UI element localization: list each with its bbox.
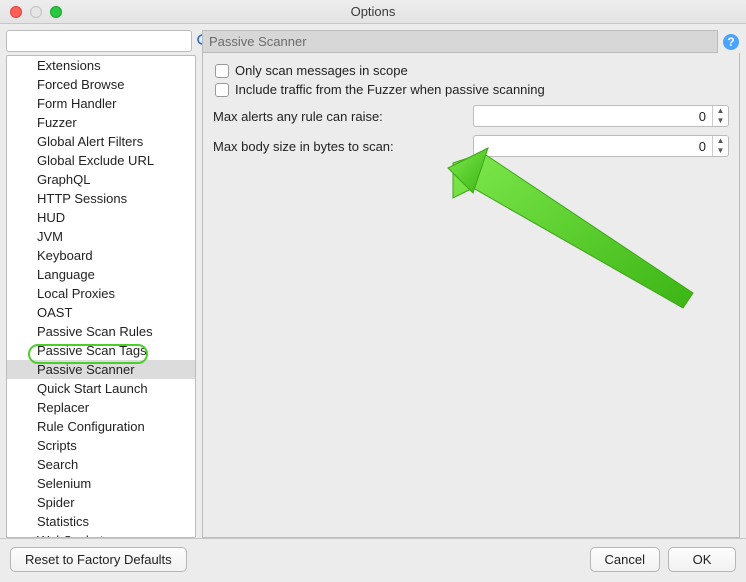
panel-header: Passive Scanner ? <box>202 30 740 53</box>
panel-body: Only scan messages in scope Include traf… <box>202 53 740 538</box>
max-alerts-label: Max alerts any rule can raise: <box>213 109 473 124</box>
tree-item[interactable]: Passive Scanner <box>7 360 195 379</box>
max-body-stepper-buttons[interactable]: ▲▼ <box>712 136 728 156</box>
tree-item[interactable]: Passive Scan Rules <box>7 322 195 341</box>
tree-item[interactable]: Statistics <box>7 512 195 531</box>
tree-item[interactable]: Search <box>7 455 195 474</box>
tree-item[interactable]: Global Exclude URL <box>7 151 195 170</box>
tree-item[interactable]: Spider <box>7 493 195 512</box>
max-body-spinner[interactable]: 0 ▲▼ <box>473 135 729 157</box>
include-fuzzer-label: Include traffic from the Fuzzer when pas… <box>235 82 545 97</box>
max-alerts-stepper-buttons[interactable]: ▲▼ <box>712 106 728 126</box>
max-alerts-value: 0 <box>474 109 712 124</box>
tree-item[interactable]: Form Handler <box>7 94 195 113</box>
annotation-arrow <box>433 143 733 343</box>
panel-title: Passive Scanner <box>202 30 718 53</box>
max-body-row: Max body size in bytes to scan: 0 ▲▼ <box>213 135 729 157</box>
include-fuzzer-checkbox[interactable] <box>215 83 229 97</box>
tree-item[interactable]: Selenium <box>7 474 195 493</box>
tree-item[interactable]: Replacer <box>7 398 195 417</box>
settings-panel: Passive Scanner ? Only scan messages in … <box>202 30 740 538</box>
max-alerts-spinner[interactable]: 0 ▲▼ <box>473 105 729 127</box>
tree-item[interactable]: GraphQL <box>7 170 195 189</box>
window-title: Options <box>0 4 746 19</box>
tree-item[interactable]: Rule Configuration <box>7 417 195 436</box>
footer: Reset to Factory Defaults Cancel OK <box>0 538 746 582</box>
only-scan-scope-row: Only scan messages in scope <box>215 63 729 78</box>
max-body-label: Max body size in bytes to scan: <box>213 139 473 154</box>
options-tree[interactable]: ExtensionsForced BrowseForm HandlerFuzze… <box>6 55 196 538</box>
titlebar: Options <box>0 0 746 24</box>
tree-item[interactable]: Global Alert Filters <box>7 132 195 151</box>
max-alerts-row: Max alerts any rule can raise: 0 ▲▼ <box>213 105 729 127</box>
search-row <box>6 30 196 52</box>
content: ExtensionsForced BrowseForm HandlerFuzze… <box>0 24 746 538</box>
cancel-button[interactable]: Cancel <box>590 547 660 572</box>
sidebar: ExtensionsForced BrowseForm HandlerFuzze… <box>6 30 196 538</box>
tree-item[interactable]: OAST <box>7 303 195 322</box>
search-input[interactable] <box>6 30 192 52</box>
tree-item[interactable]: Language <box>7 265 195 284</box>
svg-text:?: ? <box>727 35 734 49</box>
tree-item[interactable]: Fuzzer <box>7 113 195 132</box>
tree-item[interactable]: HTTP Sessions <box>7 189 195 208</box>
include-fuzzer-row: Include traffic from the Fuzzer when pas… <box>215 82 729 97</box>
only-scan-scope-checkbox[interactable] <box>215 64 229 78</box>
ok-button[interactable]: OK <box>668 547 736 572</box>
only-scan-scope-label: Only scan messages in scope <box>235 63 408 78</box>
max-body-value: 0 <box>474 139 712 154</box>
tree-item[interactable]: JVM <box>7 227 195 246</box>
tree-item[interactable]: Extensions <box>7 56 195 75</box>
tree-item[interactable]: HUD <box>7 208 195 227</box>
reset-defaults-button[interactable]: Reset to Factory Defaults <box>10 547 187 572</box>
tree-item[interactable]: Local Proxies <box>7 284 195 303</box>
tree-item[interactable]: Forced Browse <box>7 75 195 94</box>
tree-item[interactable]: Scripts <box>7 436 195 455</box>
tree-item[interactable]: Passive Scan Tags <box>7 341 195 360</box>
help-icon[interactable]: ? <box>722 33 740 51</box>
tree-item[interactable]: Keyboard <box>7 246 195 265</box>
tree-item[interactable]: WebSockets <box>7 531 195 538</box>
tree-item[interactable]: Quick Start Launch <box>7 379 195 398</box>
